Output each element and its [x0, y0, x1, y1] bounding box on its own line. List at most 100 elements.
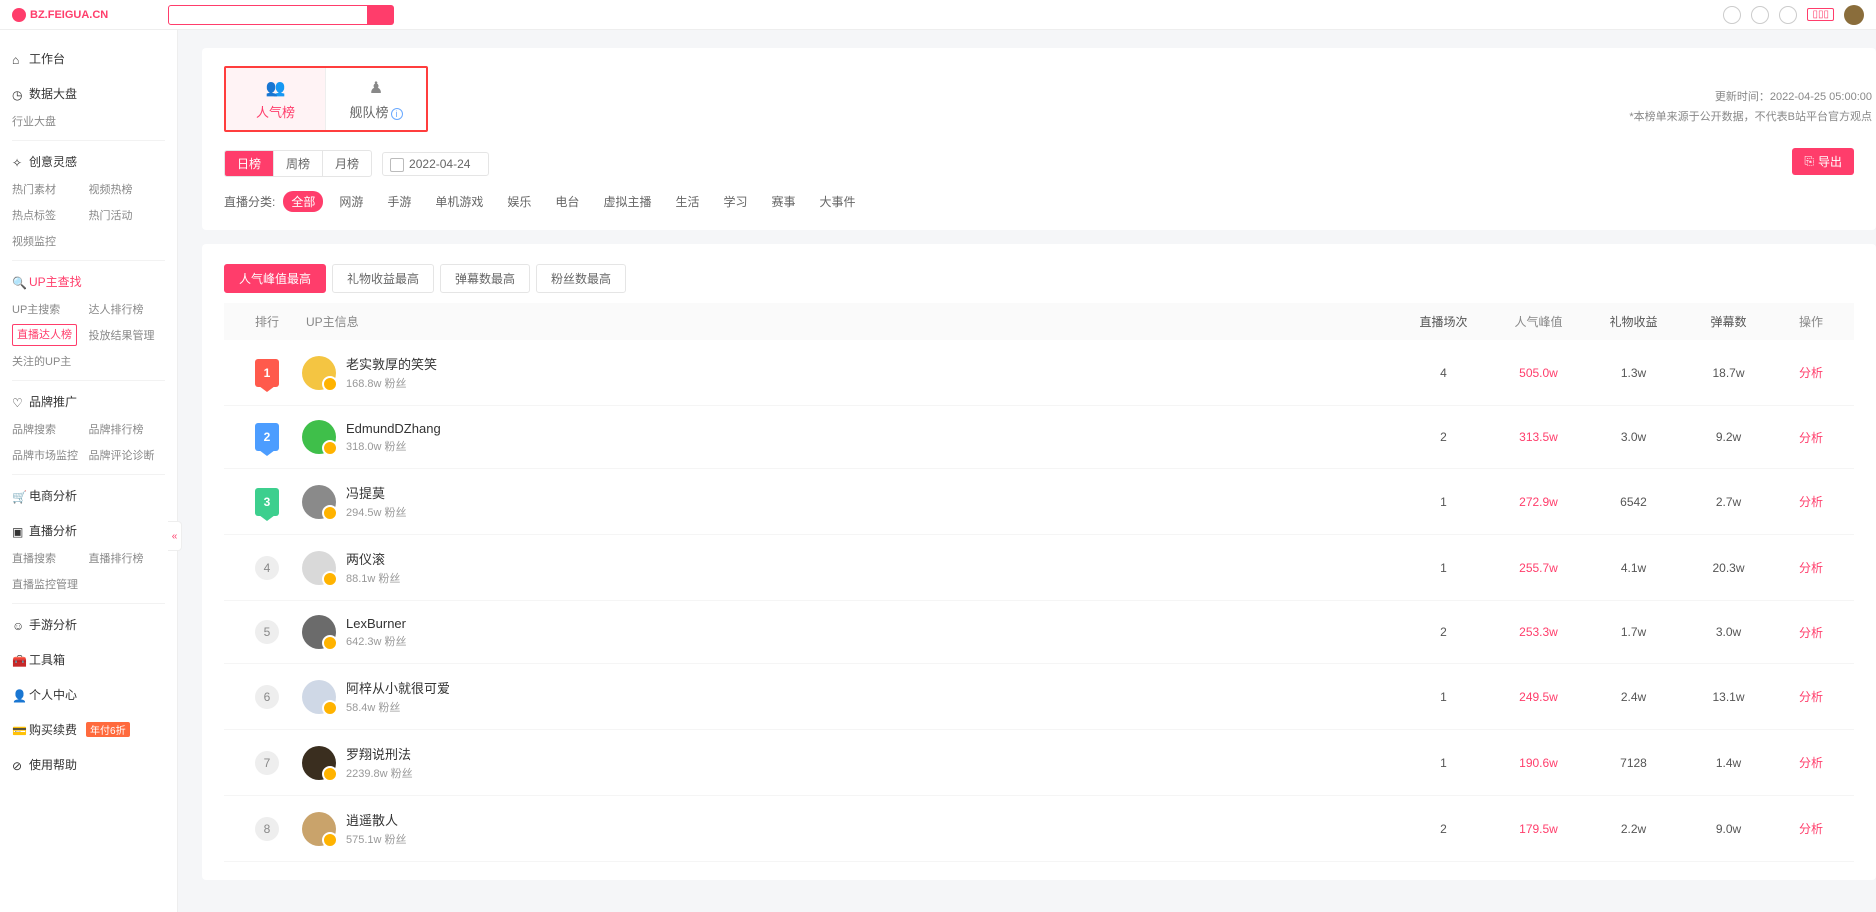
cat-radio[interactable]: 电台	[547, 191, 587, 212]
cell-peak: 190.6w	[1491, 756, 1586, 770]
nav-brand-search[interactable]: 品牌搜索	[12, 418, 89, 440]
nav-live[interactable]: ▣ 直播分析	[12, 516, 165, 545]
header-tag[interactable]: ▯▯▯	[1807, 8, 1834, 21]
nav-upsearch[interactable]: 🔍 UP主查找	[12, 267, 165, 296]
nav-hot-material[interactable]: 热门素材	[12, 178, 89, 200]
cat-mobile[interactable]: 手游	[379, 191, 419, 212]
header-icon-3[interactable]	[1779, 6, 1797, 24]
nav-talent-rank[interactable]: 达人排行榜	[89, 298, 166, 320]
nav-brand[interactable]: ♡ 品牌推广	[12, 387, 165, 416]
nav-video-rank[interactable]: 视频热榜	[89, 178, 166, 200]
nav-video-monitor[interactable]: 视频监控	[12, 230, 89, 252]
nav-ecom[interactable]: 🛒 电商分析	[12, 481, 165, 510]
meta-info: 更新时间：2022-04-25 05:00:00 *本榜单来源于公开数据，不代表…	[1629, 88, 1876, 128]
nav-tools[interactable]: 🧰 工具箱	[12, 645, 165, 674]
metric-danmu[interactable]: 弹幕数最高	[440, 264, 530, 293]
rank-badge: 6	[255, 685, 279, 709]
cell-info[interactable]: 罗翔说刑法2239.8w 粉丝	[302, 744, 1396, 781]
cat-netgame[interactable]: 网游	[331, 191, 371, 212]
analyze-link[interactable]: 分析	[1799, 431, 1823, 445]
analyze-link[interactable]: 分析	[1799, 626, 1823, 640]
analyze-link[interactable]: 分析	[1799, 690, 1823, 704]
period-week[interactable]: 周榜	[274, 151, 323, 176]
uploader-name: 两仪滚	[346, 549, 400, 568]
cat-life[interactable]: 生活	[667, 191, 707, 212]
nav-live-monitor[interactable]: 直播监控管理	[12, 573, 165, 595]
site-logo[interactable]: BZ.FEIGUA.CN	[12, 8, 108, 22]
nav-creative[interactable]: ✧ 创意灵感	[12, 147, 165, 176]
table-row: 8逍遥散人575.1w 粉丝2179.5w2.2w9.0w分析	[224, 796, 1854, 862]
category-row: 直播分类: 全部 网游 手游 单机游戏 娱乐 电台 虚拟主播 生活 学习 赛事 …	[224, 191, 1854, 212]
info-icon[interactable]: i	[391, 108, 403, 120]
uploader-info: 老实敦厚的笑笑168.8w 粉丝	[346, 354, 437, 391]
nav-brand-market[interactable]: 品牌市场监控	[12, 444, 89, 466]
analyze-link[interactable]: 分析	[1799, 495, 1823, 509]
nav-workbench[interactable]: ⌂ 工作台	[12, 44, 165, 73]
date-picker[interactable]: 2022-04-24	[382, 152, 489, 176]
nav-live-talent-rank[interactable]: 直播达人榜	[12, 324, 77, 346]
sidebar-collapse[interactable]: «	[168, 521, 182, 551]
analyze-link[interactable]: 分析	[1799, 756, 1823, 770]
period-month[interactable]: 月榜	[323, 151, 371, 176]
uploader-fans: 2239.8w 粉丝	[346, 765, 413, 781]
cat-ent[interactable]: 娱乐	[499, 191, 539, 212]
sidebar: ⌂ 工作台 ◷ 数据大盘 行业大盘 ✧ 创意灵感 热门素材 视频热榜 热点标签 …	[0, 30, 178, 912]
nav-industry-dashboard[interactable]: 行业大盘	[12, 110, 89, 132]
cell-info[interactable]: EdmundDZhang318.0w 粉丝	[302, 420, 1396, 454]
nav-dashboard-label: 数据大盘	[29, 85, 77, 102]
nav-user[interactable]: 👤 个人中心	[12, 680, 165, 709]
cat-study[interactable]: 学习	[715, 191, 755, 212]
nav-brand-rank[interactable]: 品牌排行榜	[89, 418, 166, 440]
analyze-link[interactable]: 分析	[1799, 561, 1823, 575]
header-icon-2[interactable]	[1751, 6, 1769, 24]
nav-placement-mgmt[interactable]: 投放结果管理	[89, 324, 166, 346]
cell-info[interactable]: 老实敦厚的笑笑168.8w 粉丝	[302, 354, 1396, 391]
analyze-link[interactable]: 分析	[1799, 366, 1823, 380]
nav-live-search[interactable]: 直播搜索	[12, 547, 89, 569]
nav-up-search[interactable]: UP主搜索	[12, 298, 89, 320]
nav-help[interactable]: ⊘ 使用帮助	[12, 750, 165, 779]
cell-info[interactable]: LexBurner642.3w 粉丝	[302, 615, 1396, 649]
cell-info[interactable]: 阿梓从小就很可爱58.4w 粉丝	[302, 678, 1396, 715]
export-button[interactable]: ⎘ 导出	[1792, 148, 1854, 175]
period-day[interactable]: 日榜	[225, 151, 274, 176]
header-icon-1[interactable]	[1723, 6, 1741, 24]
search-input[interactable]	[168, 5, 368, 25]
cell-peak: 249.5w	[1491, 690, 1586, 704]
metric-gift[interactable]: 礼物收益最高	[332, 264, 434, 293]
cat-single[interactable]: 单机游戏	[427, 191, 491, 212]
cat-vtuber[interactable]: 虚拟主播	[595, 191, 659, 212]
cell-sessions: 1	[1396, 756, 1491, 770]
nav-mobile-label: 手游分析	[29, 616, 77, 633]
cell-info[interactable]: 逍遥散人575.1w 粉丝	[302, 810, 1396, 847]
nav-dashboard[interactable]: ◷ 数据大盘	[12, 79, 165, 108]
filter-card: 👥 人气榜 ♟ 舰队榜i 更新时间：2022-04-25 05:00:00 *本…	[202, 48, 1876, 230]
table-row: 7罗翔说刑法2239.8w 粉丝1190.6w71281.4w分析	[224, 730, 1854, 796]
user-avatar[interactable]	[1844, 5, 1864, 25]
nav-live-rank[interactable]: 直播排行榜	[89, 547, 166, 569]
metric-peak[interactable]: 人气峰值最高	[224, 264, 326, 293]
tab-fleet[interactable]: ♟ 舰队榜i	[326, 68, 426, 130]
cell-info[interactable]: 冯提莫294.5w 粉丝	[302, 483, 1396, 520]
nav-followed-up[interactable]: 关注的UP主	[12, 350, 165, 372]
analyze-link[interactable]: 分析	[1799, 822, 1823, 836]
cat-event[interactable]: 大事件	[812, 191, 864, 212]
metric-fans[interactable]: 粉丝数最高	[536, 264, 626, 293]
nav-mobile[interactable]: ☺ 手游分析	[12, 610, 165, 639]
cell-gift: 2.4w	[1586, 690, 1681, 704]
nav-hot-tag[interactable]: 热点标签	[12, 204, 89, 226]
cell-peak: 505.0w	[1491, 366, 1586, 380]
nav-brand-comment[interactable]: 品牌评论诊断	[89, 444, 166, 466]
cell-danmu: 9.2w	[1681, 430, 1776, 444]
tab-popularity[interactable]: 👥 人气榜	[226, 68, 326, 130]
cell-info[interactable]: 两仪滚88.1w 粉丝	[302, 549, 1396, 586]
nav-hot-activity[interactable]: 热门活动	[89, 204, 166, 226]
rank-badge: 5	[255, 620, 279, 644]
cell-danmu: 13.1w	[1681, 690, 1776, 704]
nav-renew[interactable]: 💳 购买续费 年付6折	[12, 715, 165, 744]
search-button[interactable]	[368, 5, 394, 25]
rank-badge: 1	[255, 359, 279, 387]
cell-sessions: 4	[1396, 366, 1491, 380]
cat-esports[interactable]: 赛事	[763, 191, 803, 212]
cat-all[interactable]: 全部	[283, 191, 323, 212]
